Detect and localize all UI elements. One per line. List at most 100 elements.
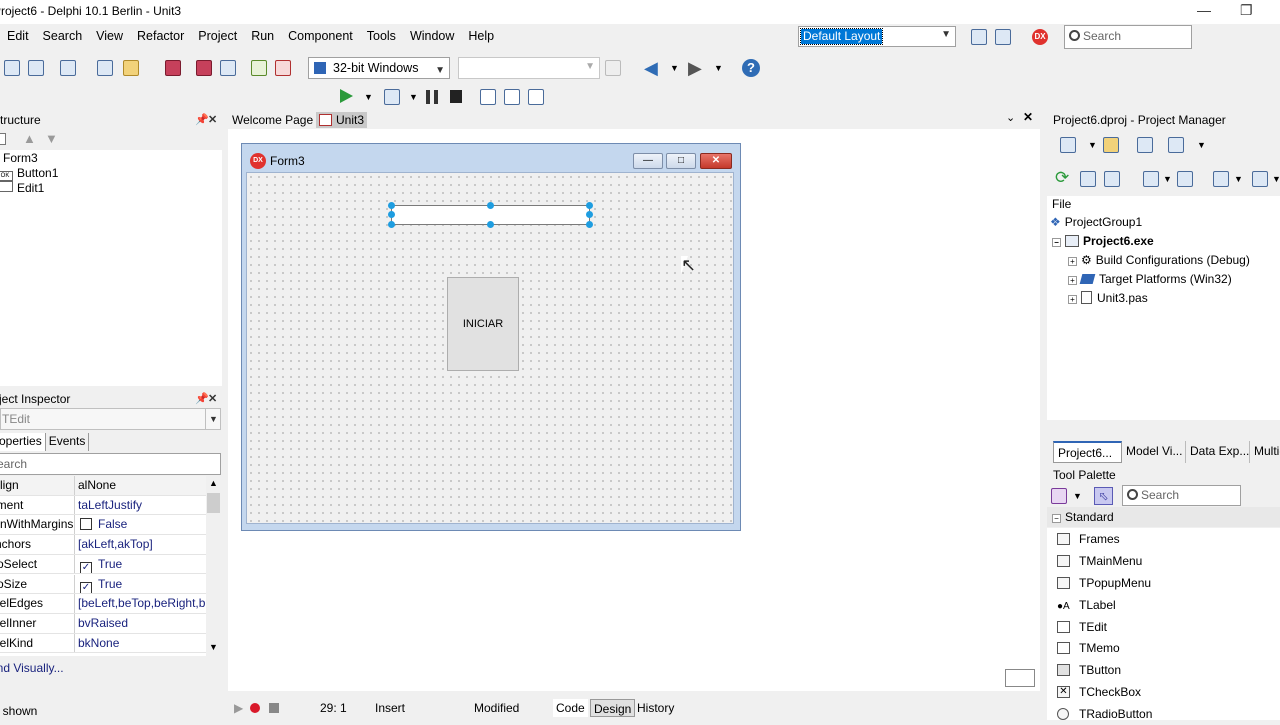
project-options-icon[interactable]	[60, 60, 76, 76]
close-icon[interactable]: ✕	[208, 390, 217, 408]
selection-handle[interactable]	[487, 202, 494, 209]
chevron-down-icon[interactable]: ▼	[1088, 140, 1097, 150]
chevron-down-icon[interactable]: ▼	[585, 61, 595, 72]
property-row[interactable]: BevelInner bvRaised	[0, 613, 206, 634]
property-row[interactable]: BevelKind bkNone	[0, 633, 206, 654]
add-file-icon[interactable]	[251, 60, 267, 76]
chevron-up-icon[interactable]: ▲	[209, 478, 218, 488]
palette-item-tcheckbox[interactable]: ✕ TCheckBox	[1047, 681, 1280, 703]
menu-view[interactable]: View	[89, 24, 130, 48]
pointer-tool-icon[interactable]: ⬁	[1094, 487, 1113, 505]
build-config-icon[interactable]	[1213, 171, 1229, 187]
refresh-icon[interactable]	[605, 60, 621, 76]
chevron-down-icon[interactable]: ⌄	[1006, 111, 1015, 124]
palette-item-frames[interactable]: Frames	[1047, 528, 1280, 550]
sync-icon[interactable]: ⟳	[1055, 169, 1069, 187]
tab-history[interactable]: History	[634, 699, 677, 717]
property-value[interactable]: alNone	[78, 476, 206, 495]
save-icon[interactable]	[165, 60, 181, 76]
collapse-all-icon[interactable]	[1104, 171, 1120, 187]
forward-arrow-icon[interactable]: ▶	[688, 59, 702, 77]
tab-events[interactable]: Events	[46, 433, 90, 451]
property-row[interactable]: Align alNone	[0, 476, 206, 496]
target-platform-combo[interactable]: 32-bit Windows ▼	[308, 57, 450, 79]
tab-properties[interactable]: Properties	[0, 433, 46, 451]
open-folder-icon[interactable]	[123, 60, 139, 76]
selection-handle[interactable]	[388, 221, 395, 228]
palette-item-tpopupmenu[interactable]: TPopupMenu	[1047, 572, 1280, 594]
selection-handle[interactable]	[388, 211, 395, 218]
chevron-down-icon[interactable]: ▼	[1073, 491, 1082, 501]
menu-edit[interactable]: Edit	[0, 24, 36, 48]
object-selector-combo[interactable]: TEdit ▼	[0, 408, 221, 430]
property-value[interactable]: [akLeft,akTop]	[78, 535, 206, 554]
chevron-down-icon[interactable]: ▼	[205, 409, 221, 429]
tab-code[interactable]: Code	[553, 699, 588, 717]
chevron-down-icon[interactable]: ▼	[714, 63, 723, 73]
chevron-down-icon[interactable]: ▼	[409, 92, 418, 102]
record-macro-icon[interactable]	[250, 703, 260, 713]
property-row[interactable]: BevelEdges [beLeft,beTop,beRight,b	[0, 594, 206, 614]
platforms-icon[interactable]	[1252, 171, 1268, 187]
minimize-icon[interactable]: —	[1197, 2, 1211, 18]
chevron-down-icon[interactable]: ▼	[1272, 174, 1280, 184]
tab-project-manager[interactable]: Project6...	[1053, 441, 1122, 463]
palette-category-standard[interactable]: − Standard	[1047, 507, 1280, 527]
chevron-down-icon[interactable]: ▼	[670, 63, 679, 73]
tab-data-explorer[interactable]: Data Exp...	[1186, 441, 1250, 463]
close-icon[interactable]: ✕	[208, 111, 217, 129]
property-value[interactable]: bkNone	[78, 634, 206, 653]
build-config-combo[interactable]: ▼	[458, 57, 600, 79]
menu-help[interactable]: Help	[461, 24, 501, 48]
menu-component[interactable]: Component	[281, 24, 360, 48]
save-as-icon[interactable]	[196, 60, 212, 76]
bind-visually-link[interactable]: Bind Visually...	[0, 661, 64, 675]
property-value[interactable]: bvRaised	[78, 614, 206, 633]
pause-icon[interactable]	[426, 90, 438, 104]
collapse-icon[interactable]: −	[1052, 238, 1061, 247]
button1-control[interactable]: INICIAR	[447, 277, 519, 371]
chevron-down-icon[interactable]: ▼	[209, 642, 218, 652]
palette-item-tmemo[interactable]: TMemo	[1047, 637, 1280, 659]
palette-categories-icon[interactable]	[1051, 488, 1067, 504]
play-macro-icon[interactable]: ▶	[234, 696, 243, 720]
trace-to-line-icon[interactable]	[528, 89, 544, 105]
new-project-icon[interactable]	[1060, 137, 1076, 153]
tab-welcome-page[interactable]: Welcome Page	[232, 113, 313, 127]
property-row[interactable]: AutoSize ✓ True	[0, 574, 206, 595]
checkbox-checked[interactable]: ✓	[80, 561, 92, 574]
expand-icon[interactable]: +	[1068, 257, 1077, 266]
tab-design[interactable]: Design	[590, 699, 636, 717]
back-arrow-icon[interactable]: ◀	[644, 59, 658, 77]
menu-project[interactable]: Project	[191, 24, 244, 48]
selection-handle[interactable]	[586, 202, 593, 209]
up-arrow-icon[interactable]: ▲	[23, 131, 36, 146]
view-icon[interactable]	[1168, 137, 1184, 153]
tab-multi-device[interactable]: Multi-	[1250, 441, 1280, 463]
tree-item-unit3[interactable]: + Unit3.pas	[1068, 289, 1148, 308]
stop-macro-icon[interactable]	[269, 703, 279, 713]
desktop-layout-combo[interactable]: Default Layout ▼	[798, 26, 956, 47]
tab-unit3[interactable]: Unit3	[316, 112, 368, 128]
menu-run[interactable]: Run	[244, 24, 281, 48]
palette-item-tbutton[interactable]: TButton	[1047, 659, 1280, 681]
close-icon[interactable]: ✕	[700, 153, 732, 169]
tab-model-view[interactable]: Model Vi...	[1122, 441, 1186, 463]
palette-item-tlabel[interactable]: ●A TLabel	[1047, 594, 1280, 616]
chevron-down-icon[interactable]: ▼	[1234, 174, 1243, 184]
add-file-icon[interactable]	[1103, 137, 1119, 153]
form-icon[interactable]	[0, 133, 6, 145]
save-desktop-icon[interactable]	[971, 29, 987, 45]
chevron-down-icon[interactable]: ▼	[364, 92, 373, 102]
menu-refactor[interactable]: Refactor	[130, 24, 191, 48]
restore-icon[interactable]: ❐	[1240, 2, 1253, 19]
down-arrow-icon[interactable]: ▼	[45, 131, 58, 146]
property-row[interactable]: AutoSelect ✓ True	[0, 554, 206, 575]
tree-item-project6[interactable]: − Project6.exe	[1052, 232, 1154, 251]
palette-item-tedit[interactable]: TEdit	[1047, 616, 1280, 638]
expand-all-icon[interactable]	[1080, 171, 1096, 187]
tree-item-button1[interactable]: OK Button1	[0, 166, 58, 181]
pin-icon[interactable]: 📌	[195, 390, 209, 408]
property-value[interactable]: [beLeft,beTop,beRight,b	[78, 594, 206, 613]
inspector-search-input[interactable]: Search	[0, 453, 221, 475]
